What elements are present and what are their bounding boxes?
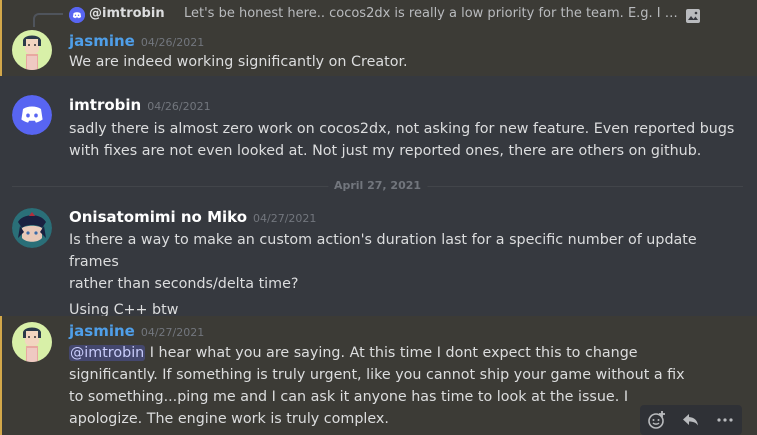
avatar[interactable] bbox=[12, 30, 52, 70]
message-text-line-1: Is there a way to make an custom action'… bbox=[69, 232, 697, 270]
reply-reference[interactable]: @imtrobin Let's be honest here.. cocos2d… bbox=[0, 0, 757, 30]
message-text-line-1: sadly there is almost zero work on cocos… bbox=[69, 121, 735, 137]
timestamp[interactable]: 04/26/2021 bbox=[147, 100, 210, 113]
message-jasmine-1[interactable]: @imtrobin Let's be honest here.. cocos2d… bbox=[0, 0, 757, 76]
message-header: imtrobin 04/26/2021 bbox=[69, 95, 211, 117]
message-text: We are indeed working significantly on C… bbox=[69, 54, 408, 70]
message-body: I hear what you are saying. At this time… bbox=[69, 345, 685, 427]
username[interactable]: imtrobin bbox=[69, 96, 141, 114]
reply-icon[interactable] bbox=[678, 407, 704, 433]
username[interactable]: jasmine bbox=[69, 322, 135, 340]
avatar[interactable] bbox=[12, 208, 52, 248]
message-content: We are indeed working significantly on C… bbox=[69, 51, 667, 73]
reply-text[interactable]: Let's be honest here.. cocos2dx is reall… bbox=[184, 6, 681, 21]
username[interactable]: jasmine bbox=[69, 32, 135, 50]
message-content: sadly there is almost zero work on cocos… bbox=[69, 118, 737, 162]
reply-avatar bbox=[69, 7, 85, 23]
message-content: @imtrobin I hear what you are saying. At… bbox=[69, 342, 697, 430]
message-header: Onisatomimi no Miko 04/27/2021 bbox=[69, 207, 316, 229]
message-header: jasmine 04/26/2021 bbox=[69, 31, 204, 53]
reply-spine bbox=[33, 13, 63, 27]
message-text: @imtrobin I hear what you are saying. At… bbox=[69, 342, 697, 430]
image-icon bbox=[686, 8, 700, 23]
timestamp[interactable]: 04/27/2021 bbox=[253, 212, 316, 225]
message-imtrobin[interactable]: imtrobin 04/26/2021 sadly there is almost… bbox=[0, 84, 757, 174]
message-text-line-2: with fixes are not even looked at. Not j… bbox=[69, 143, 702, 159]
user-mention[interactable]: @imtrobin bbox=[69, 345, 146, 361]
username[interactable]: Onisatomimi no Miko bbox=[69, 208, 247, 226]
chat-message-list: @imtrobin Let's be honest here.. cocos2d… bbox=[0, 0, 757, 435]
message-onisatomimi[interactable]: Onisatomimi no Miko 04/27/2021 Is there a… bbox=[0, 200, 757, 318]
message-actions-toolbar bbox=[640, 405, 742, 435]
message-text-line-2: rather than seconds/delta time? bbox=[69, 276, 299, 292]
avatar[interactable] bbox=[12, 95, 52, 135]
date-divider-label: April 27, 2021 bbox=[327, 179, 428, 192]
message-content: Is there a way to make an custom action'… bbox=[69, 229, 737, 321]
message-header: jasmine 04/27/2021 bbox=[69, 321, 204, 343]
timestamp[interactable]: 04/27/2021 bbox=[141, 326, 204, 339]
more-icon[interactable] bbox=[712, 407, 738, 433]
reply-author[interactable]: @imtrobin bbox=[89, 6, 165, 21]
add-reaction-icon[interactable] bbox=[644, 407, 670, 433]
avatar[interactable] bbox=[12, 322, 52, 362]
timestamp[interactable]: 04/26/2021 bbox=[141, 36, 204, 49]
date-divider: April 27, 2021 bbox=[12, 179, 743, 192]
